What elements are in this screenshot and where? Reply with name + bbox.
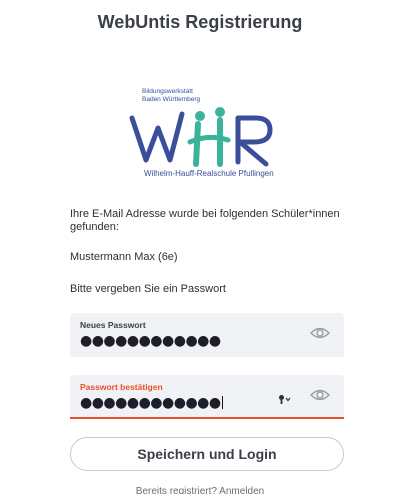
logo-school-name: Wilhelm-Hauff-Realschule Pfullingen [144, 169, 274, 178]
instruction-text: Bitte vergeben Sie ein Passwort [70, 283, 226, 295]
logo-whr-mark [129, 107, 273, 167]
logo-line-2: Baden Württemberg [142, 96, 201, 103]
confirm-password-field[interactable]: Passwort bestätigen ●●●●●●●●●●●● [70, 375, 344, 419]
logo-line-1: Bildungswerkstatt [142, 88, 193, 95]
student-name: Mustermann Max (6e) [70, 251, 178, 263]
new-password-label: Neues Passwort [80, 320, 146, 330]
intro-text: Ihre E-Mail Adresse wurde bei folgenden … [70, 208, 340, 233]
page-title: WebUntis Registrierung [97, 12, 303, 32]
school-logo: Bildungswerkstatt Baden Württemberg Wilh… [128, 88, 288, 192]
text-caret [221, 396, 223, 409]
new-password-input[interactable]: ●●●●●●●●●●●● [80, 333, 221, 349]
key-icon[interactable] [278, 394, 292, 404]
eye-icon[interactable] [310, 388, 330, 402]
login-link[interactable]: Bereits registriert? Anmelden [0, 486, 400, 494]
save-and-login-button[interactable]: Speichern und Login [70, 437, 344, 471]
confirm-password-label: Passwort bestätigen [80, 382, 163, 392]
registration-page: WebUntis Registrierung Bildungswerkstatt… [0, 0, 400, 494]
confirm-password-value: ●●●●●●●●●●●● [80, 395, 221, 411]
eye-icon[interactable] [310, 326, 330, 340]
new-password-field[interactable]: Neues Passwort ●●●●●●●●●●●● [70, 313, 344, 357]
confirm-password-input[interactable]: ●●●●●●●●●●●● [80, 395, 223, 411]
